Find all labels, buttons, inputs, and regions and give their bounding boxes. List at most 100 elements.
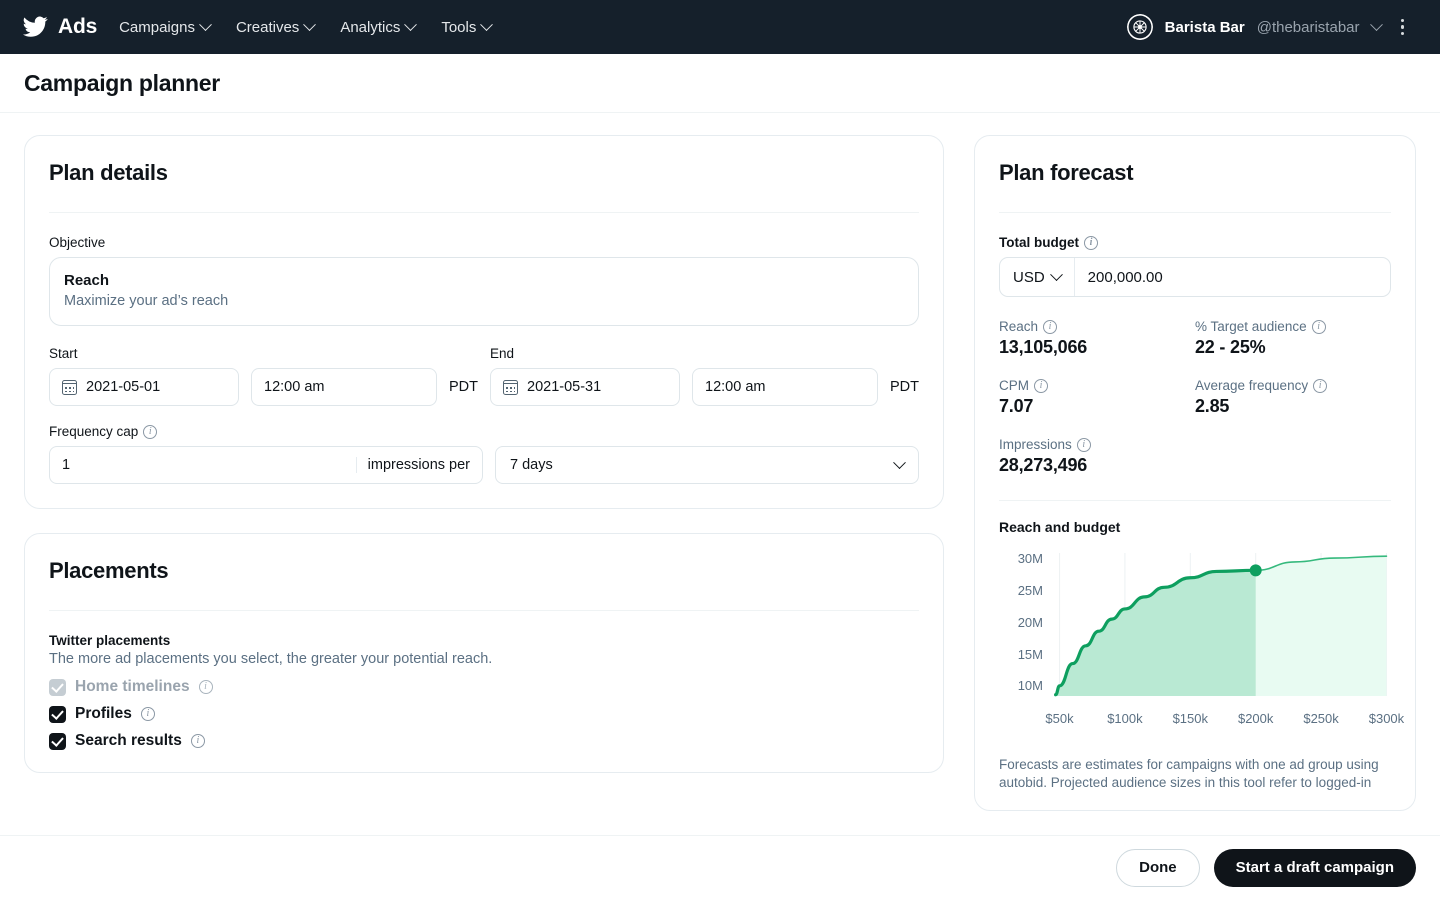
checkbox-checked-disabled-icon [49,679,66,696]
nav-item-analytics[interactable]: Analytics [340,19,415,36]
metric-reach-value: 13,105,066 [999,337,1195,358]
objective-description: Maximize your ad’s reach [64,293,904,309]
info-icon[interactable]: i [1034,379,1048,393]
page-header: Campaign planner [0,54,1440,113]
metric-average-frequency: Average frequency i 2.85 [1195,378,1391,417]
chart-y-tick: 30M [999,551,1043,566]
objective-card[interactable]: Reach Maximize your ad’s reach [49,257,919,326]
forecast-note: Forecasts are estimates for campaigns wi… [999,756,1391,792]
metric-cpm-label: CPM i [999,378,1195,393]
info-icon[interactable]: i [1084,236,1098,250]
right-column: Plan forecast Total budget i USD 200,000… [974,135,1416,899]
plan-details-card: Plan details Objective Reach Maximize yo… [24,135,944,509]
nav-item-tools-label: Tools [441,19,476,36]
chart-x-tick: $300k [1356,711,1416,726]
info-icon[interactable]: i [143,425,157,439]
metric-cpm: CPM i 7.07 [999,378,1195,417]
nav-item-analytics-label: Analytics [340,19,400,36]
account-handle: @thebaristabar [1257,19,1360,36]
account-menu[interactable]: Barista Bar @thebaristabar [1127,14,1418,40]
primary-nav-links: Campaigns Creatives Analytics Tools [119,19,491,36]
start-timezone: PDT [449,379,478,395]
start-time-input[interactable]: 12:00 am [251,368,437,406]
placement-search-results-label: Search results [75,732,182,750]
frequency-cap-label-text: Frequency cap [49,424,138,439]
page-title: Campaign planner [24,70,220,97]
end-time-input[interactable]: 12:00 am [692,368,878,406]
chevron-down-icon [404,18,417,31]
chart-x-tick: $150k [1160,711,1220,726]
end-date-input[interactable]: 2021-05-31 [490,368,680,406]
chart-plot [999,545,1393,710]
checkbox-checked-icon[interactable] [49,733,66,750]
total-budget-field[interactable]: USD 200,000.00 [999,257,1391,297]
info-icon[interactable]: i [1313,379,1327,393]
metric-impressions-value: 28,273,496 [999,455,1195,476]
metric-reach: Reach i 13,105,066 [999,319,1195,358]
chart-x-tick: $200k [1226,711,1286,726]
chevron-down-icon [481,18,494,31]
chart-x-tick: $100k [1095,711,1155,726]
metric-target-audience-label-text: % Target audience [1195,319,1307,334]
start-date-value: 2021-05-01 [86,379,160,395]
metric-average-frequency-label: Average frequency i [1195,378,1391,393]
nav-item-campaigns[interactable]: Campaigns [119,19,210,36]
placement-home-timelines-label: Home timelines [75,678,190,696]
twitter-placements-description: The more ad placements you select, the g… [49,651,919,667]
metric-impressions: Impressions i 28,273,496 [999,437,1195,476]
metric-average-frequency-value: 2.85 [1195,396,1391,417]
nav-item-creatives-label: Creatives [236,19,299,36]
metric-target-audience-label: % Target audience i [1195,319,1391,334]
frequency-cap-suffix: impressions per [356,457,482,473]
objective-name: Reach [64,272,904,289]
calendar-icon [503,380,518,395]
objective-label: Objective [49,235,919,250]
checkbox-checked-icon[interactable] [49,706,66,723]
info-icon[interactable]: i [141,707,155,721]
info-icon[interactable]: i [1077,438,1091,452]
reach-and-budget-chart: 10M15M20M25M30M $50k$100k$150k$200k$250k… [999,545,1391,740]
done-button[interactable]: Done [1116,849,1200,887]
more-options-icon[interactable] [1393,15,1413,40]
budget-amount-input[interactable]: 200,000.00 [1074,258,1390,296]
info-icon[interactable]: i [191,734,205,748]
chart-title: Reach and budget [999,519,1391,535]
chart-x-tick: $250k [1291,711,1351,726]
plan-forecast-title: Plan forecast [999,160,1391,186]
end-timezone: PDT [890,379,919,395]
total-budget-label-text: Total budget [999,235,1079,250]
end-time-value: 12:00 am [705,379,765,395]
divider [49,610,919,611]
start-time-value: 12:00 am [264,379,324,395]
info-icon[interactable]: i [199,680,213,694]
info-icon[interactable]: i [1312,320,1326,334]
frequency-cap-input[interactable]: 1 impressions per [49,446,483,484]
start-label: Start [49,346,478,361]
frequency-period-value: 7 days [510,457,553,473]
chart-y-tick: 15M [999,647,1043,662]
nav-item-creatives[interactable]: Creatives [236,19,314,36]
chart-y-tick: 20M [999,615,1043,630]
placement-search-results[interactable]: Search results i [49,732,919,750]
nav-item-tools[interactable]: Tools [441,19,491,36]
plan-details-title: Plan details [49,160,919,186]
metric-cpm-value: 7.07 [999,396,1195,417]
brand[interactable]: Ads [22,14,97,40]
avatar [1127,14,1153,40]
placements-title: Placements [49,558,919,584]
frequency-cap-label: Frequency cap i [49,424,919,439]
end-label: End [490,346,919,361]
total-budget-label: Total budget i [999,235,1391,250]
info-icon[interactable]: i [1043,320,1057,334]
bottom-action-bar: Done Start a draft campaign [0,835,1440,899]
metric-target-audience-value: 22 - 25% [1195,337,1391,358]
chevron-down-icon [199,18,212,31]
start-draft-campaign-button[interactable]: Start a draft campaign [1214,849,1416,887]
placement-profiles[interactable]: Profiles i [49,705,919,723]
currency-select[interactable]: USD [1000,269,1074,286]
start-date-input[interactable]: 2021-05-01 [49,368,239,406]
twitter-bird-icon [22,14,48,40]
frequency-period-select[interactable]: 7 days [495,446,919,484]
calendar-icon [62,380,77,395]
currency-value: USD [1013,269,1045,286]
